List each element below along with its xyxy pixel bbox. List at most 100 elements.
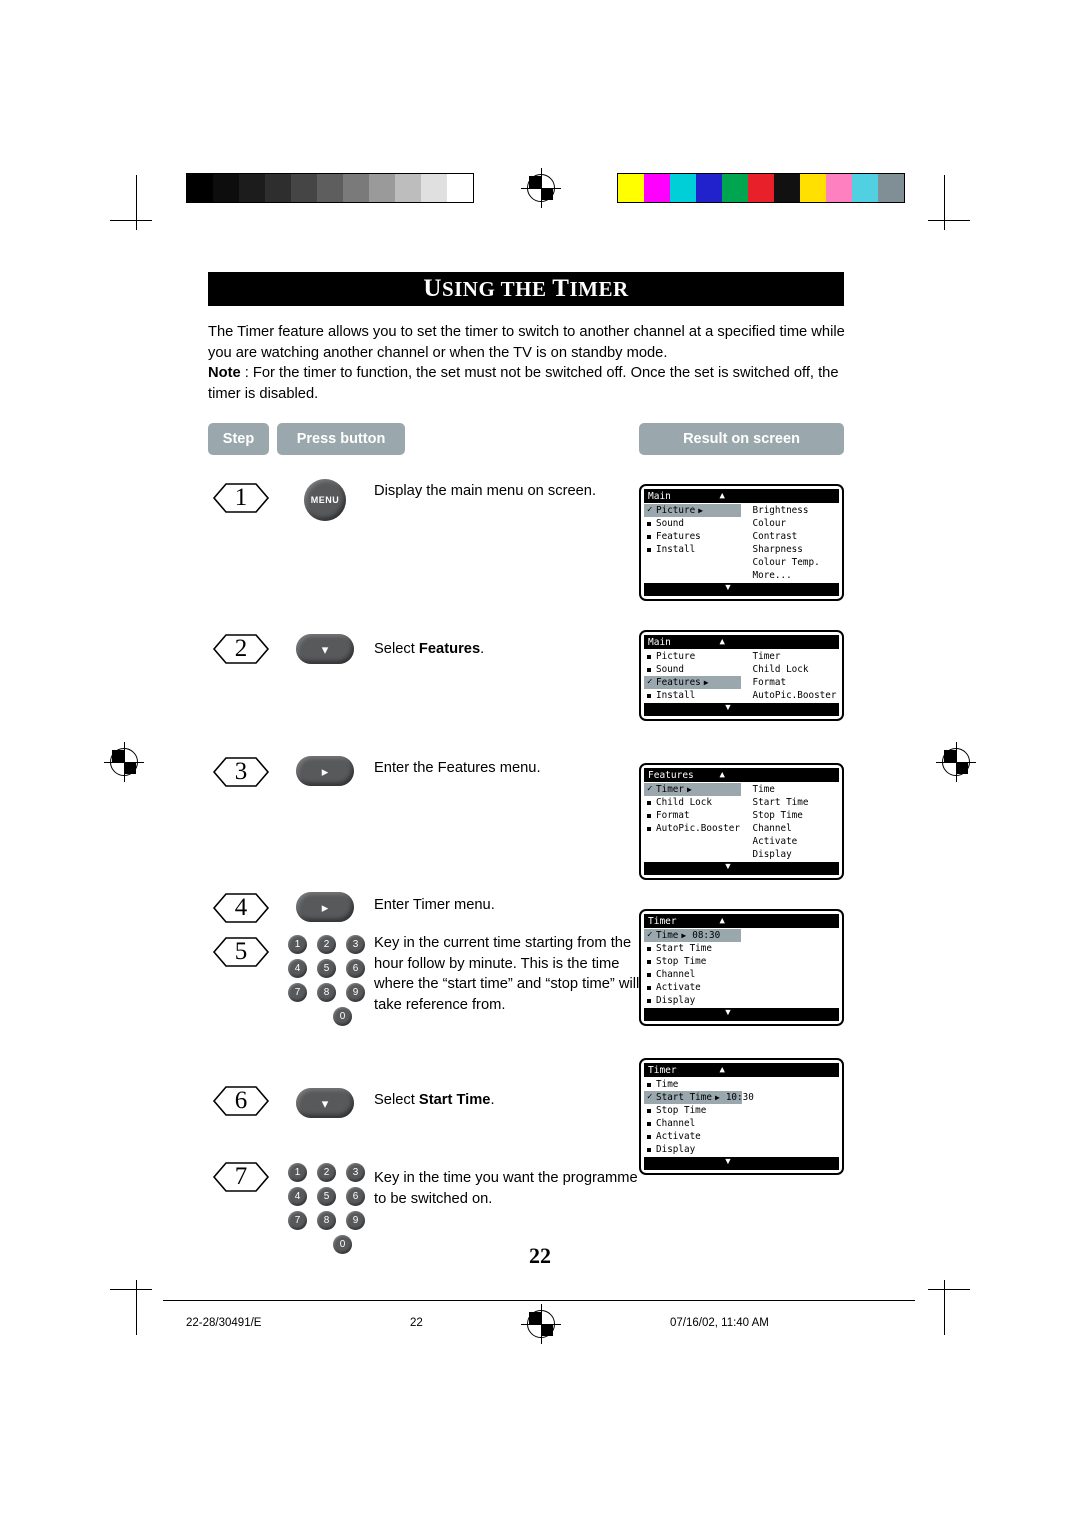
spacer	[647, 994, 655, 1007]
osd-menu-item[interactable]: ✓ Timer ▶	[644, 783, 741, 796]
bullet-icon	[647, 999, 651, 1003]
osd-submenu-item[interactable]: Colour Temp.	[743, 556, 840, 569]
osd-menu-item[interactable]: Activate	[644, 1130, 742, 1143]
key-6[interactable]: 6	[346, 1187, 365, 1206]
osd-submenu-item[interactable]: More...	[743, 569, 840, 582]
swatch-2	[239, 174, 265, 202]
osd-menu-item[interactable]: Channel	[644, 968, 741, 981]
osd-menu-item[interactable]: Install	[644, 543, 741, 556]
key-5[interactable]: 5	[317, 959, 336, 978]
cursor-right-button-features[interactable]: ▸	[296, 756, 354, 786]
osd-submenu-item[interactable]: Child Lock	[743, 663, 840, 676]
osd-menu-item[interactable]: Sound	[644, 517, 741, 530]
osd-submenu-item-label: Format	[752, 677, 787, 688]
osd-submenu-item[interactable]: AutoPic.Booster	[743, 689, 840, 702]
crop-mark-bottom-left	[110, 1275, 180, 1335]
swatch-3	[265, 174, 291, 202]
scroll-up-icon: ▲	[719, 491, 725, 501]
key-3[interactable]: 3	[346, 935, 365, 954]
osd-menu-item[interactable]: Stop Time	[644, 1104, 742, 1117]
osd-menu-item[interactable]: Child Lock	[644, 796, 741, 809]
osd-menu-item[interactable]: ✓ Picture ▶	[644, 504, 741, 517]
key-8[interactable]: 8	[317, 1211, 336, 1230]
intro-text: The Timer feature allows you to set the …	[208, 322, 848, 404]
bullet-icon	[647, 973, 651, 977]
key-4[interactable]: 4	[288, 1187, 307, 1206]
osd-menu-item[interactable]: Channel	[644, 1117, 742, 1130]
key-9[interactable]: 9	[346, 983, 365, 1002]
swatch-7	[800, 174, 826, 202]
osd-menu-item-label: Time	[656, 1079, 679, 1090]
key-2[interactable]: 2	[317, 1163, 336, 1182]
key-9[interactable]: 9	[346, 1211, 365, 1230]
osd-submenu-item[interactable]: Activate	[743, 835, 840, 848]
osd-menu-item[interactable]: Install	[644, 689, 741, 702]
osd-menu-item[interactable]: Sound	[644, 663, 741, 676]
osd-submenu-item-label: Contrast	[752, 531, 798, 542]
osd-submenu-item[interactable]: Channel	[743, 822, 840, 835]
check-icon: ✓	[647, 505, 653, 515]
swatch-9	[421, 174, 447, 202]
key-3[interactable]: 3	[346, 1163, 365, 1182]
osd-submenu-item[interactable]: Contrast	[743, 530, 840, 543]
key-8[interactable]: 8	[317, 983, 336, 1002]
spacer	[647, 1130, 655, 1143]
step-number-5-value: 5	[234, 938, 248, 965]
step-number-7-value: 7	[234, 1163, 248, 1190]
cursor-right-button-timer[interactable]: ▸	[296, 892, 354, 922]
key-5[interactable]: 5	[317, 1187, 336, 1206]
scroll-up-icon: ▲	[719, 916, 725, 926]
cursor-down-button-start-time[interactable]: ▾	[296, 1088, 354, 1118]
osd-menu-item[interactable]: ✓ Features ▶	[644, 676, 741, 689]
swatch-8	[826, 174, 852, 202]
osd-submenu-item[interactable]: Sharpness	[743, 543, 840, 556]
page-title: USING THE TIMER	[208, 272, 844, 306]
step-number-3: 3	[212, 752, 270, 792]
grayscale-swatch-bar	[186, 173, 474, 203]
osd-menu-item[interactable]: Activate	[644, 981, 741, 994]
spacer	[647, 689, 655, 702]
numeric-keypad-current-time[interactable]: 123 456 789 0	[288, 935, 368, 1031]
cursor-down-button[interactable]: ▾	[296, 634, 354, 664]
osd-menu-item[interactable]: Picture	[644, 650, 741, 663]
osd-menu-item[interactable]: Features	[644, 530, 741, 543]
key-1[interactable]: 1	[288, 1163, 307, 1182]
color-swatch-bar	[617, 173, 905, 203]
osd-menu-item[interactable]: Format	[644, 809, 741, 822]
osd-menu-item[interactable]: Stop Time	[644, 955, 741, 968]
key-7[interactable]: 7	[288, 1211, 307, 1230]
osd-submenu-item[interactable]: Time	[743, 783, 840, 796]
osd-submenu-item[interactable]: Brightness	[743, 504, 840, 517]
osd-submenu-item[interactable]: Format	[743, 676, 840, 689]
osd-submenu-item[interactable]: Stop Time	[743, 809, 840, 822]
osd-menu-item[interactable]: AutoPic.Booster	[644, 822, 741, 835]
crop-mark-top-left	[110, 175, 180, 230]
osd-submenu-item[interactable]: Display	[743, 848, 840, 861]
osd-submenu-item[interactable]: Start Time	[743, 796, 840, 809]
osd-menu-item[interactable]: Display	[644, 1143, 742, 1156]
swatch-2	[670, 174, 696, 202]
osd-submenu-item-label: Stop Time	[752, 810, 803, 821]
spacer	[647, 663, 655, 676]
key-7[interactable]: 7	[288, 983, 307, 1002]
osd-menu-item[interactable]: Start Time	[644, 942, 741, 955]
bullet-icon	[647, 947, 651, 951]
key-4[interactable]: 4	[288, 959, 307, 978]
osd-submenu-item[interactable]: Colour	[743, 517, 840, 530]
scroll-down-icon: ▼	[723, 1007, 733, 1017]
osd-menu-item[interactable]: Time	[644, 1078, 742, 1091]
osd-menu-item[interactable]: ✓ Start Time ▶ 10:30	[644, 1091, 754, 1104]
key-2[interactable]: 2	[317, 935, 336, 954]
check-icon: ✓	[647, 677, 653, 687]
key-6[interactable]: 6	[346, 959, 365, 978]
osd-submenu-item-label: Channel	[752, 823, 792, 834]
osd-submenu-item[interactable]: Timer	[743, 650, 840, 663]
key-1[interactable]: 1	[288, 935, 307, 954]
spacer	[647, 1143, 655, 1156]
osd-menu-item[interactable]: Display	[644, 994, 741, 1007]
osd-menu-item[interactable]: ✓ Time ▶ 08:30	[644, 929, 741, 942]
menu-button[interactable]: MENU	[304, 479, 346, 521]
osd-submenu-item-label: Timer	[752, 651, 781, 662]
key-0[interactable]: 0	[333, 1007, 352, 1026]
swatch-1	[213, 174, 239, 202]
